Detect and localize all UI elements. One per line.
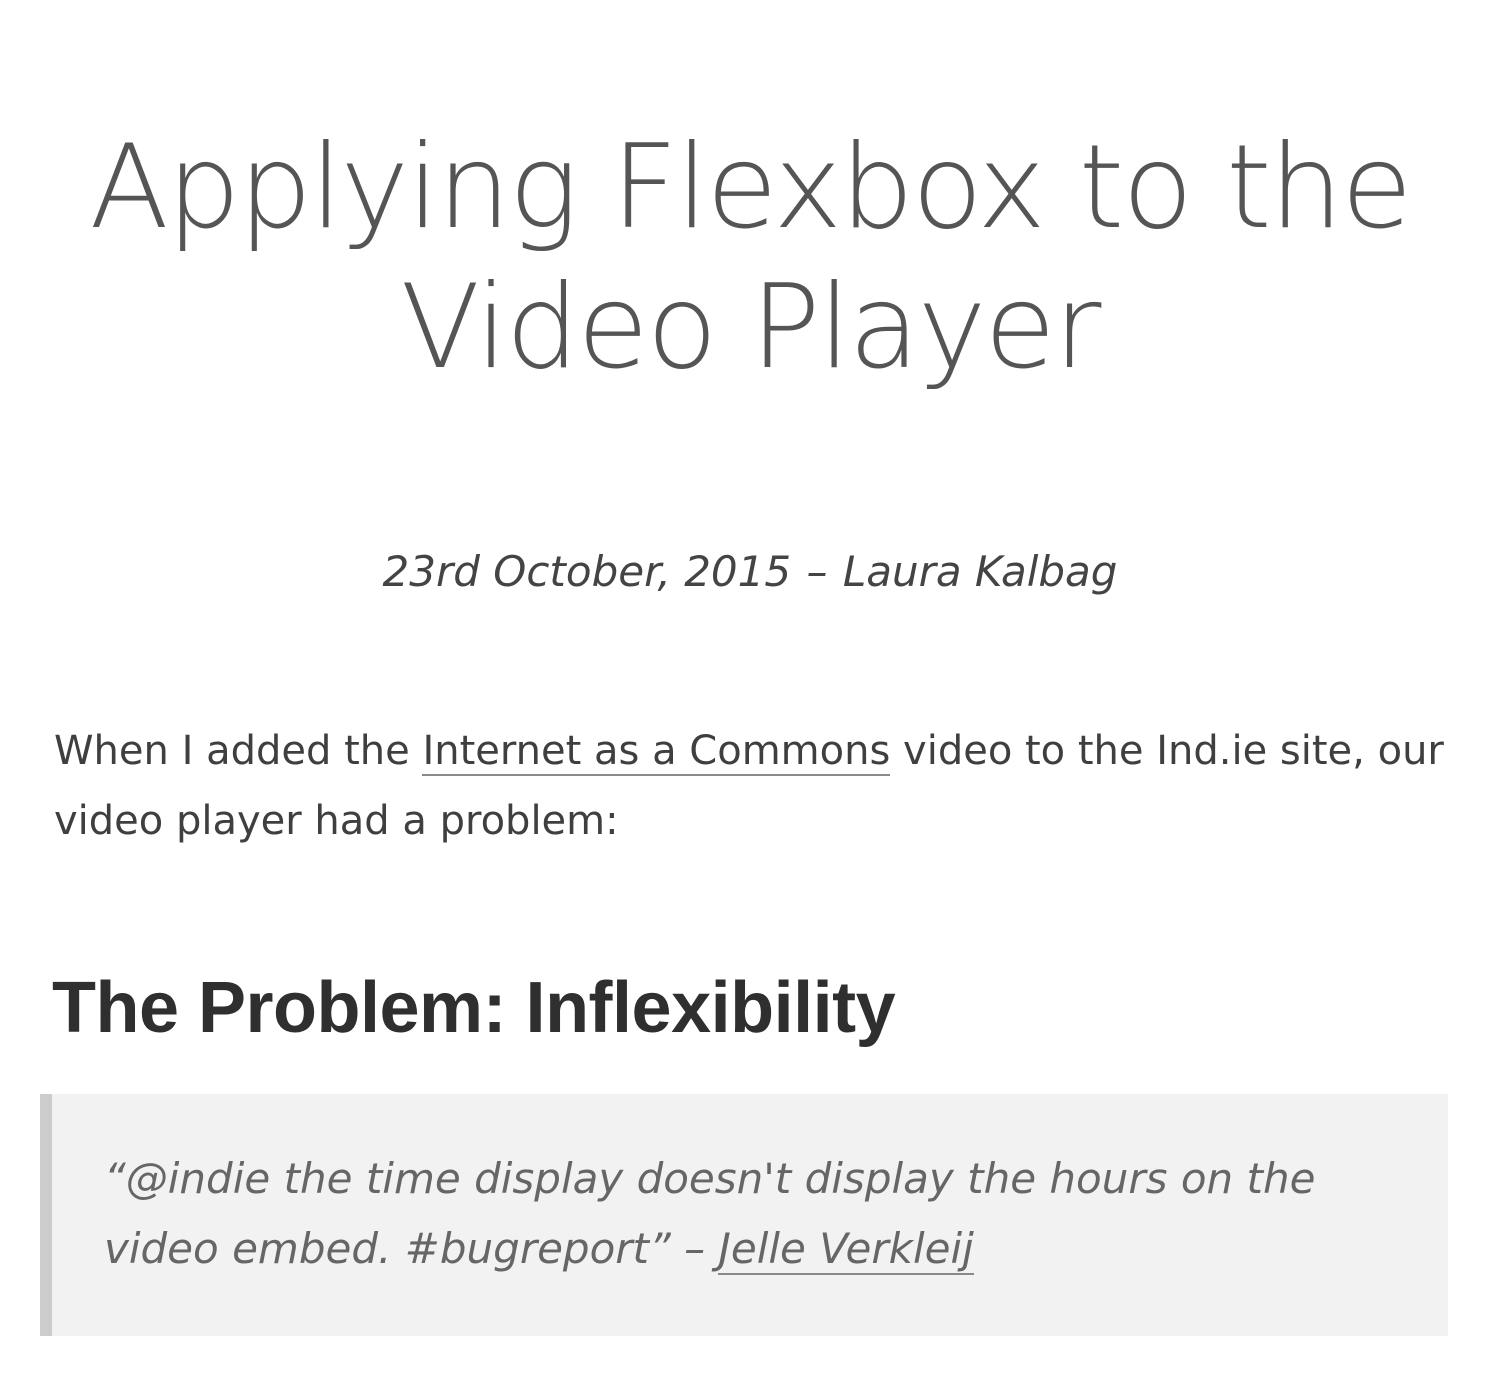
article: Applying Flexbox to the Video Player 23r…: [0, 0, 1500, 1381]
section-heading: The Problem: Inflexibility: [52, 968, 896, 1048]
page-title: Applying Flexbox to the Video Player: [89, 120, 1413, 395]
intro-paragraph: When I added the Internet as a Commons v…: [54, 716, 1454, 856]
quote-dash: –: [670, 1224, 719, 1273]
author-name: Laura Kalbag: [842, 547, 1118, 596]
publish-date: 23rd October, 2015: [382, 547, 792, 596]
byline: 23rd October, 2015 – Laura Kalbag: [0, 544, 1500, 600]
blockquote: “@indie the time display doesn't display…: [40, 1094, 1448, 1336]
byline-dash: –: [806, 547, 828, 596]
quote-author-link[interactable]: Jelle Verkleij: [718, 1224, 974, 1275]
intro-text-before: When I added the: [54, 728, 423, 774]
internet-as-a-commons-link[interactable]: Internet as a Commons: [422, 728, 891, 776]
